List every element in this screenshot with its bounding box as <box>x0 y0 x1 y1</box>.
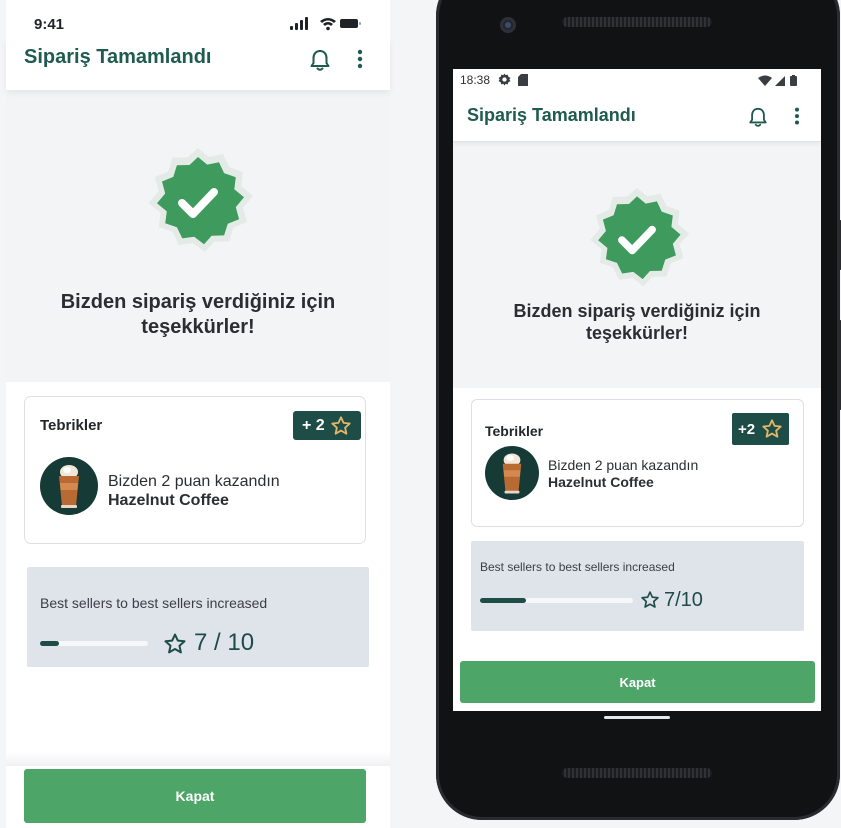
battery-icon <box>340 19 361 28</box>
iced-coffee-icon <box>40 457 98 515</box>
progress-card: Best sellers to best sellers increased 7… <box>27 567 369 667</box>
status-time: 9:41 <box>34 16 65 33</box>
page-title: Sipariş Tamamlandı <box>24 46 212 68</box>
progress-track <box>40 641 148 646</box>
more-vertical-icon[interactable] <box>793 106 801 133</box>
iced-coffee-icon <box>485 446 539 500</box>
reward-description: Bizden 2 puan kazandın <box>548 457 699 473</box>
close-button[interactable]: Kapat <box>460 661 815 703</box>
reward-message: Bizden 2 puan kazandın Hazelnut Coffee <box>108 472 280 510</box>
reward-description: Bizden 2 puan kazandın <box>108 473 280 490</box>
verified-check-icon <box>583 186 691 299</box>
product-name: Hazelnut Coffee <box>548 474 654 490</box>
progress-fill <box>40 641 60 646</box>
reward-title: Tebrikler <box>485 423 544 439</box>
star-icon <box>761 418 783 444</box>
progress-label: Best sellers to best sellers increased <box>40 595 268 611</box>
more-vertical-icon[interactable] <box>356 48 364 77</box>
thank-you-message: Bizden sipariş verdiğiniz için teşekkürl… <box>60 291 336 338</box>
points-value: +2 <box>738 421 756 438</box>
hero-section: Bizden sipariş verdiğiniz için teşekkürl… <box>6 90 390 382</box>
app-bar: Sipariş Tamamlandı <box>453 93 821 142</box>
star-icon <box>640 590 660 615</box>
app-bar: Sipariş Tamamlandı <box>6 38 390 90</box>
star-icon <box>330 415 352 442</box>
gear-icon <box>498 73 511 91</box>
progress-card: Best sellers to best sellers increased 7… <box>471 541 804 631</box>
right-screen: 18:38 Sipariş Tamamlandı Bizden sipariş … <box>453 69 821 711</box>
reward-card: Tebrikler + 2 Bizden 2 puan kazandın Haz… <box>24 396 366 544</box>
signal-icon <box>290 17 308 30</box>
speaker-grille-bottom <box>562 768 712 778</box>
points-badge: + 2 <box>293 411 361 440</box>
star-icon <box>163 632 187 661</box>
progress-track <box>480 598 633 603</box>
reward-card: Tebrikler +2 Bizden 2 puan kazandın Haze… <box>471 399 804 527</box>
page-title: Sipariş Tamamlandı <box>467 105 636 125</box>
status-time: 18:38 <box>460 73 491 87</box>
left-screen: 9:41 Sipariş Tamamlandı Bizden sipariş v… <box>6 0 390 828</box>
close-button[interactable]: Kapat <box>24 769 366 823</box>
bottom-bar-shadow <box>6 752 390 766</box>
hero-section: Bizden sipariş verdiğiniz için teşekkürl… <box>453 142 821 388</box>
progress-count: 7 / 10 <box>194 629 255 656</box>
product-name: Hazelnut Coffee <box>108 492 229 509</box>
reward-title: Tebrikler <box>40 417 103 434</box>
progress-label: Best sellers to best sellers increased <box>480 560 675 574</box>
home-indicator[interactable] <box>604 716 670 719</box>
status-icons <box>290 17 362 36</box>
status-bar: 18:38 <box>453 69 821 93</box>
bell-icon[interactable] <box>309 48 331 77</box>
points-badge: +2 <box>732 413 789 445</box>
sd-card-icon <box>518 73 528 91</box>
progress-fill <box>480 598 526 603</box>
camera-icon <box>500 17 516 33</box>
speaker-grille <box>562 17 712 27</box>
bell-icon[interactable] <box>748 106 768 133</box>
system-icons <box>758 74 800 92</box>
progress-count: 7/10 <box>664 589 703 611</box>
battery-icon <box>790 75 797 86</box>
signal-icon <box>775 76 785 86</box>
reward-message: Bizden 2 puan kazandın Hazelnut Coffee <box>548 457 698 491</box>
thank-you-message: Bizden sipariş verdiğiniz için teşekkürl… <box>513 301 761 343</box>
wifi-icon <box>320 18 336 31</box>
verified-check-icon <box>141 146 255 265</box>
wifi-icon <box>758 75 772 86</box>
points-value: + 2 <box>302 417 325 434</box>
